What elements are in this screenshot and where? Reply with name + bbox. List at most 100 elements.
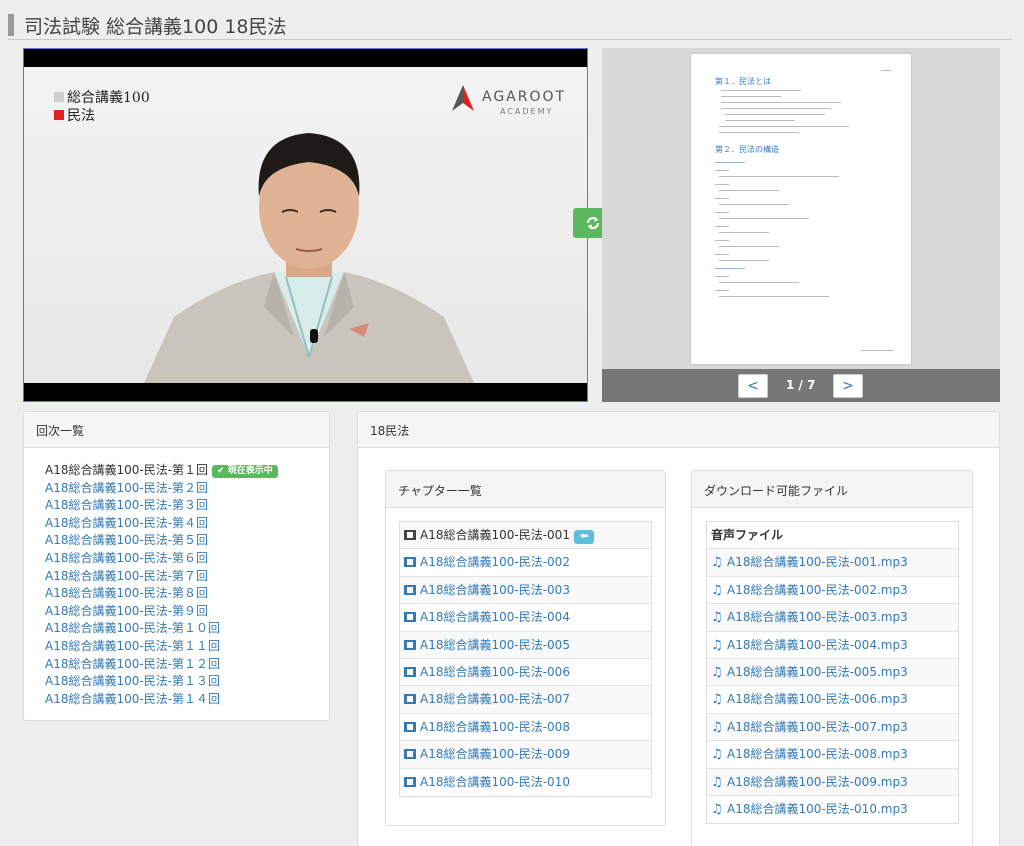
chapter-label: A18総合講義100-民法-003 xyxy=(420,582,570,597)
episode-item[interactable]: A18総合講義100-民法-第３回 xyxy=(45,497,329,515)
pdf-page-counter: 1 / 7 xyxy=(786,378,816,392)
chapter-label: A18総合講義100-民法-005 xyxy=(420,637,570,652)
current-badge: ✔ 現在表示中 xyxy=(212,465,278,478)
episode-item[interactable]: A18総合講義100-民法-第１４回 xyxy=(45,691,329,709)
video-frame: 総合講義100 民法 AGAROOT ACADEMY xyxy=(24,67,587,383)
episode-label: A18総合講義100-民法-第５回 xyxy=(45,533,209,548)
download-panel: ダウンロード可能ファイル 音声ファイル ♫ A18総合講義100-民法-001.m… xyxy=(691,470,973,846)
film-icon xyxy=(404,530,416,540)
download-link[interactable]: A18総合講義100-民法-010.mp3 xyxy=(727,802,908,816)
film-icon xyxy=(404,694,416,705)
chapter-row[interactable]: A18総合講義100-民法-006 xyxy=(400,659,651,687)
download-row[interactable]: ♫ A18総合講義100-民法-008.mp3 xyxy=(707,741,958,769)
film-icon xyxy=(404,749,416,760)
chapter-label: A18総合講義100-民法-010 xyxy=(420,774,570,789)
download-row[interactable]: ♫ A18総合講義100-民法-007.mp3 xyxy=(707,713,958,742)
download-link[interactable]: A18総合講義100-民法-001.mp3 xyxy=(727,555,908,569)
chapter-row[interactable]: A18総合講義100-民法-008 xyxy=(400,714,651,742)
pdf-next-button[interactable]: > xyxy=(833,374,863,398)
episode-item[interactable]: A18総合講義100-民法-第４回 xyxy=(45,515,329,533)
download-row[interactable]: ♫ A18総合講義100-民法-003.mp3 xyxy=(707,604,958,632)
music-note-icon: ♫ xyxy=(711,747,723,763)
download-row[interactable]: ♫ A18総合講義100-民法-004.mp3 xyxy=(707,632,958,659)
episode-item[interactable]: A18総合講義100-民法-第８回 xyxy=(45,585,329,603)
download-link[interactable]: A18総合講義100-民法-009.mp3 xyxy=(727,775,908,789)
video-tag-subject: 民法 xyxy=(54,105,95,125)
episode-label: A18総合講義100-民法-第１０回 xyxy=(45,621,221,636)
agaroot-logo-icon xyxy=(452,85,474,111)
music-note-icon: ♫ xyxy=(711,692,723,708)
pdf-heading-1: 第１．民法とは xyxy=(715,77,771,86)
download-row[interactable]: ♫ A18総合講義100-民法-001.mp3 xyxy=(707,549,958,577)
download-link[interactable]: A18総合講義100-民法-007.mp3 xyxy=(727,720,908,734)
music-note-icon: ♫ xyxy=(711,664,723,680)
refresh-icon xyxy=(586,216,600,230)
chapter-row[interactable]: A18総合講義100-民法-003 xyxy=(400,576,651,605)
episode-list-header: 回次一覧 xyxy=(24,412,329,448)
episode-item[interactable]: A18総合講義100-民法-第６回 xyxy=(45,550,329,568)
download-table: 音声ファイル ♫ A18総合講義100-民法-001.mp3 ♫ A18総合講義100… xyxy=(706,521,959,825)
episode-item[interactable]: A18総合講義100-民法-第１１回 xyxy=(45,638,329,656)
music-note-icon: ♫ xyxy=(711,801,723,817)
episode-list: A18総合講義100-民法-第１回 ✔ 現在表示中 A18総合講義100-民法-第２… xyxy=(24,448,329,708)
video-tag-course: 総合講義100 xyxy=(54,87,150,107)
download-row[interactable]: ♫ A18総合講義100-民法-009.mp3 xyxy=(707,768,958,796)
chapter-label: A18総合講義100-民法-007 xyxy=(420,692,570,707)
download-link[interactable]: A18総合講義100-民法-008.mp3 xyxy=(727,747,908,761)
chapter-row[interactable]: A18総合講義100-民法-005 xyxy=(400,631,651,659)
episode-item[interactable]: A18総合講義100-民法-第９回 xyxy=(45,603,329,621)
chapter-label: A18総合講義100-民法-008 xyxy=(420,719,570,734)
music-note-icon: ♫ xyxy=(711,610,723,626)
content-header: 18民法 xyxy=(358,412,999,448)
logo-subtext: ACADEMY xyxy=(500,107,554,116)
download-row[interactable]: ♫ A18総合講義100-民法-005.mp3 xyxy=(707,658,958,687)
chapter-row[interactable]: A18総合講義100-民法-010 xyxy=(400,769,651,796)
episode-label: A18総合講義100-民法-第１２回 xyxy=(45,656,221,671)
chapter-label: A18総合講義100-民法-004 xyxy=(420,610,570,625)
episode-label: A18総合講義100-民法-第３回 xyxy=(45,498,209,513)
pdf-heading-2: 第２．民法の構造 xyxy=(715,145,779,154)
episode-label: A18総合講義100-民法-第１３回 xyxy=(45,674,221,689)
episode-item[interactable]: A18総合講義100-民法-第１３回 xyxy=(45,673,329,691)
gray-square-icon xyxy=(54,92,64,102)
download-row[interactable]: ♫ A18総合講義100-民法-010.mp3 xyxy=(707,796,958,823)
chapter-panel: チャプター一覧 A18総合講義100-民法-001 ⬅ A18総合講義100-民法-… xyxy=(385,470,666,826)
check-icon: ✔ xyxy=(217,466,228,476)
download-row[interactable]: ♫ A18総合講義100-民法-006.mp3 xyxy=(707,686,958,714)
download-link[interactable]: A18総合講義100-民法-004.mp3 xyxy=(727,638,908,652)
film-icon xyxy=(404,721,416,732)
chapter-label: A18総合講義100-民法-001 xyxy=(420,528,570,542)
episode-item[interactable]: A18総合講義100-民法-第１０回 xyxy=(45,620,329,638)
page-header: 司法試験 総合講義100 18民法 xyxy=(8,10,1012,40)
film-icon xyxy=(404,776,416,787)
music-note-icon: ♫ xyxy=(711,555,723,571)
pdf-prev-button[interactable]: < xyxy=(738,374,768,398)
download-row[interactable]: ♫ A18総合講義100-民法-002.mp3 xyxy=(707,577,958,605)
page-title: 司法試験 総合講義100 18民法 xyxy=(24,16,287,38)
video-player[interactable]: 総合講義100 民法 AGAROOT ACADEMY xyxy=(23,48,588,402)
download-panel-header: ダウンロード可能ファイル xyxy=(692,471,972,508)
pdf-nav-bar: < 1 / 7 > xyxy=(602,369,1000,402)
film-icon xyxy=(404,666,416,677)
episode-item[interactable]: A18総合講義100-民法-第１２回 xyxy=(45,656,329,674)
chapter-label: A18総合講義100-民法-002 xyxy=(420,555,570,570)
chapter-row[interactable]: A18総合講義100-民法-001 ⬅ xyxy=(400,522,651,550)
chapter-row[interactable]: A18総合講義100-民法-007 xyxy=(400,686,651,714)
download-link[interactable]: A18総合講義100-民法-003.mp3 xyxy=(727,610,908,624)
episode-item[interactable]: A18総合講義100-民法-第１回 ✔ 現在表示中 xyxy=(45,462,329,480)
chapter-panel-header: チャプター一覧 xyxy=(386,471,665,508)
pdf-page: 第１．民法とは 第２．民法の構造 xyxy=(691,54,911,364)
chapter-row[interactable]: A18総合講義100-民法-002 xyxy=(400,549,651,577)
episode-item[interactable]: A18総合講義100-民法-第５回 xyxy=(45,532,329,550)
music-note-icon: ♫ xyxy=(711,582,723,598)
download-link[interactable]: A18総合講義100-民法-005.mp3 xyxy=(727,665,908,679)
music-note-icon: ♫ xyxy=(711,774,723,790)
episode-item[interactable]: A18総合講義100-民法-第２回 xyxy=(45,480,329,498)
chapter-row[interactable]: A18総合講義100-民法-009 xyxy=(400,741,651,769)
chapter-row[interactable]: A18総合講義100-民法-004 xyxy=(400,604,651,632)
episode-item[interactable]: A18総合講義100-民法-第７回 xyxy=(45,568,329,586)
pdf-viewer[interactable]: 第１．民法とは 第２．民法の構造 < 1 / 7 > xyxy=(602,48,1000,402)
download-link[interactable]: A18総合講義100-民法-006.mp3 xyxy=(727,692,908,706)
download-link[interactable]: A18総合講義100-民法-002.mp3 xyxy=(727,583,908,597)
music-note-icon: ♫ xyxy=(711,719,723,735)
